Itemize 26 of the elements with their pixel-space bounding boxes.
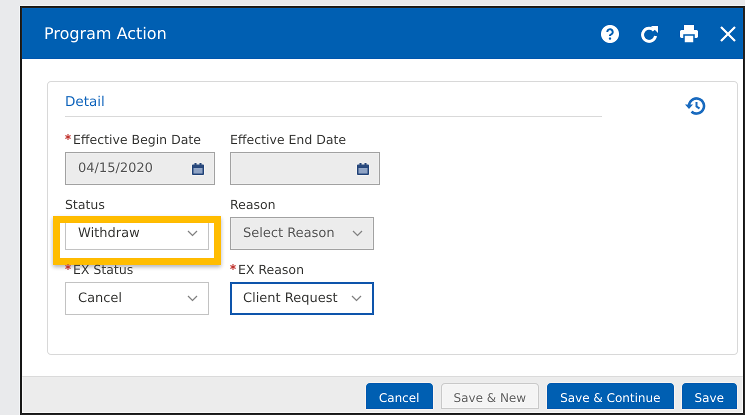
chevron-down-icon xyxy=(352,230,363,237)
action-button[interactable]: Save & New xyxy=(440,383,540,409)
required-icon xyxy=(65,134,71,140)
field-label: Reason xyxy=(230,197,277,212)
action-button[interactable]: Save & Continue xyxy=(547,383,674,409)
window-title: Program Action xyxy=(44,24,168,43)
history-icon[interactable] xyxy=(684,96,706,116)
field-label: Effective Begin Date xyxy=(65,132,230,147)
field-label: Status xyxy=(65,197,106,212)
field-label: EX Status xyxy=(65,262,230,277)
refresh-icon[interactable] xyxy=(640,24,659,42)
close-icon[interactable] xyxy=(719,24,737,42)
section-title: Detail xyxy=(65,94,602,117)
chevron-down-icon xyxy=(187,230,198,237)
required-icon xyxy=(65,264,71,270)
select-field[interactable]: Cancel xyxy=(65,282,209,315)
field-label: EX Reason xyxy=(230,262,390,277)
required-icon xyxy=(230,264,236,270)
field-label: Effective End Date xyxy=(230,132,348,147)
help-icon[interactable] xyxy=(601,24,619,42)
action-button[interactable]: Cancel xyxy=(366,383,432,409)
chevron-down-icon xyxy=(187,295,198,302)
chevron-down-icon xyxy=(351,295,362,302)
action-button[interactable]: Save xyxy=(682,383,737,409)
select-field[interactable]: Client Request xyxy=(230,282,374,315)
print-icon[interactable] xyxy=(680,24,698,42)
